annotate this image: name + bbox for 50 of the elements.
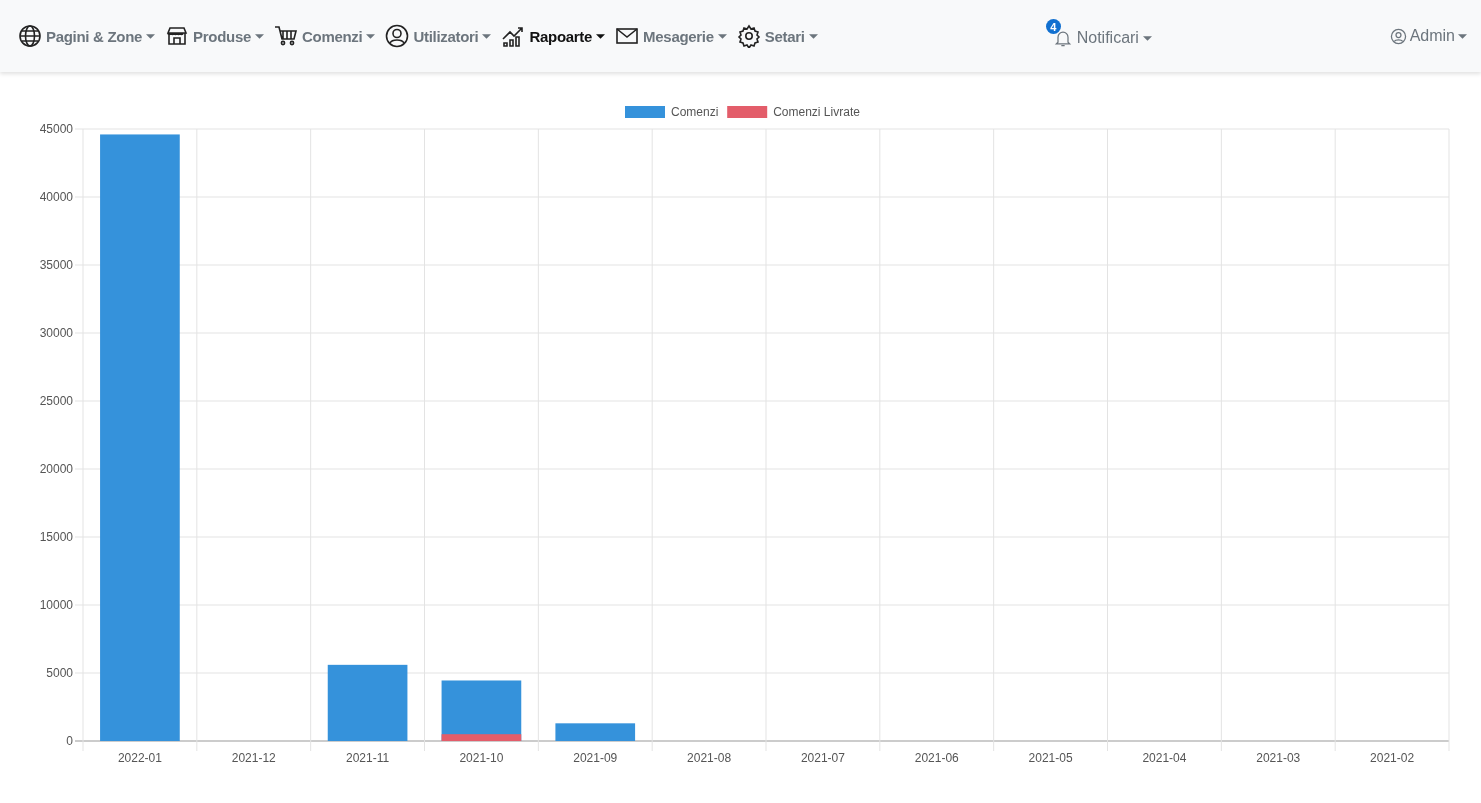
cart-icon <box>274 24 299 48</box>
x-axis-label: 2021-06 <box>914 751 959 765</box>
notification-count: 4 <box>1045 19 1061 34</box>
nav-link[interactable]: Mesagerie <box>615 24 727 48</box>
x-axis-label: 2021-02 <box>1370 751 1415 765</box>
y-axis-label: 35000 <box>39 258 73 272</box>
nav-link[interactable]: Comenzi <box>274 24 376 48</box>
x-axis-label: 2021-03 <box>1256 751 1301 765</box>
legend-label: Comenzi Livrate <box>773 105 860 119</box>
y-axis-label: 0 <box>66 734 73 748</box>
x-axis-label: 2021-10 <box>459 751 504 765</box>
y-axis-label: 20000 <box>39 462 73 476</box>
caret-icon <box>482 33 492 39</box>
x-axis-label: 2021-09 <box>573 751 618 765</box>
user-circle-icon <box>385 24 410 48</box>
user-menu[interactable]: Admin <box>1389 27 1467 45</box>
x-axis-label: 2021-12 <box>231 751 276 765</box>
x-axis-label: 2021-05 <box>1028 751 1073 765</box>
x-axis-label: 2021-11 <box>346 751 390 765</box>
nav-link[interactable]: Setari <box>736 24 818 48</box>
caret-icon <box>366 33 376 39</box>
store-icon <box>165 24 190 48</box>
gear-icon <box>736 24 761 48</box>
x-axis-label: 2021-08 <box>687 751 732 765</box>
x-axis-label: 2021-07 <box>800 751 845 765</box>
nav-link[interactable]: Utilizatori <box>385 24 492 48</box>
nav-link[interactable]: Pagini & Zone <box>18 24 156 48</box>
globe-icon <box>18 24 42 48</box>
y-axis-label: 10000 <box>39 598 73 612</box>
y-axis-label: 5000 <box>46 666 73 680</box>
x-axis-label: 2021-04 <box>1142 751 1187 765</box>
caret-icon <box>596 33 606 39</box>
caret-icon <box>717 33 727 39</box>
y-axis-label: 25000 <box>39 394 73 408</box>
caret-icon <box>1142 35 1152 41</box>
legend-label: Comenzi <box>671 105 719 119</box>
x-axis-label: 2022-01 <box>117 751 162 765</box>
y-axis-label: 30000 <box>39 326 73 340</box>
caret-icon <box>146 33 156 39</box>
user-circle-icon <box>1389 27 1407 45</box>
nav-link[interactable]: Produse <box>165 24 265 48</box>
y-axis-label: 15000 <box>39 530 73 544</box>
notifications-link[interactable]: 4 Notificari <box>1045 19 1152 48</box>
chart-icon <box>501 24 526 48</box>
caret-icon <box>255 33 265 39</box>
caret-icon <box>808 33 818 39</box>
nav-link[interactable]: Rapoarte <box>501 24 606 48</box>
y-axis-label: 40000 <box>39 190 73 204</box>
y-axis-label: 45000 <box>39 122 73 136</box>
caret-icon <box>1458 33 1467 39</box>
